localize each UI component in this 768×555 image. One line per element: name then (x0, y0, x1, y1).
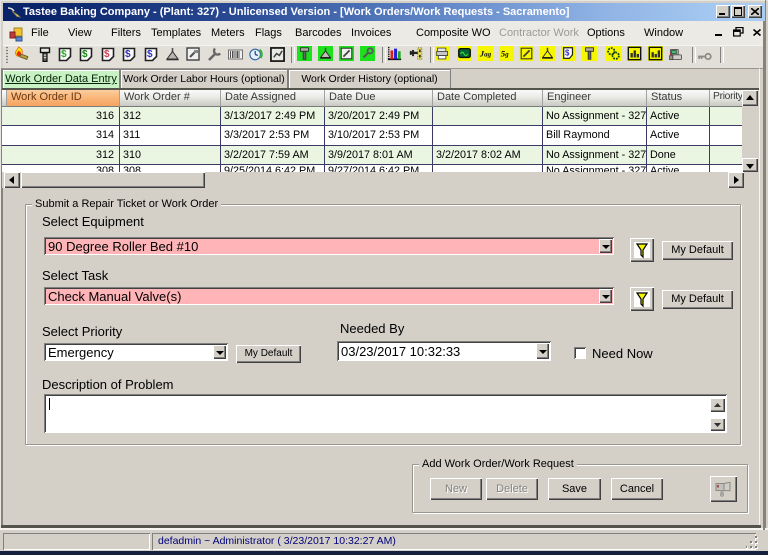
svg-text:$: $ (104, 49, 110, 60)
svg-text:$: $ (82, 49, 88, 60)
svg-text:Jag: Jag (479, 49, 492, 59)
svg-text:5g: 5g (501, 49, 509, 59)
svg-text:$: $ (125, 49, 131, 60)
svg-text:$: $ (61, 49, 67, 60)
svg-text:$: $ (147, 49, 153, 60)
svg-text:$: $ (565, 48, 570, 57)
